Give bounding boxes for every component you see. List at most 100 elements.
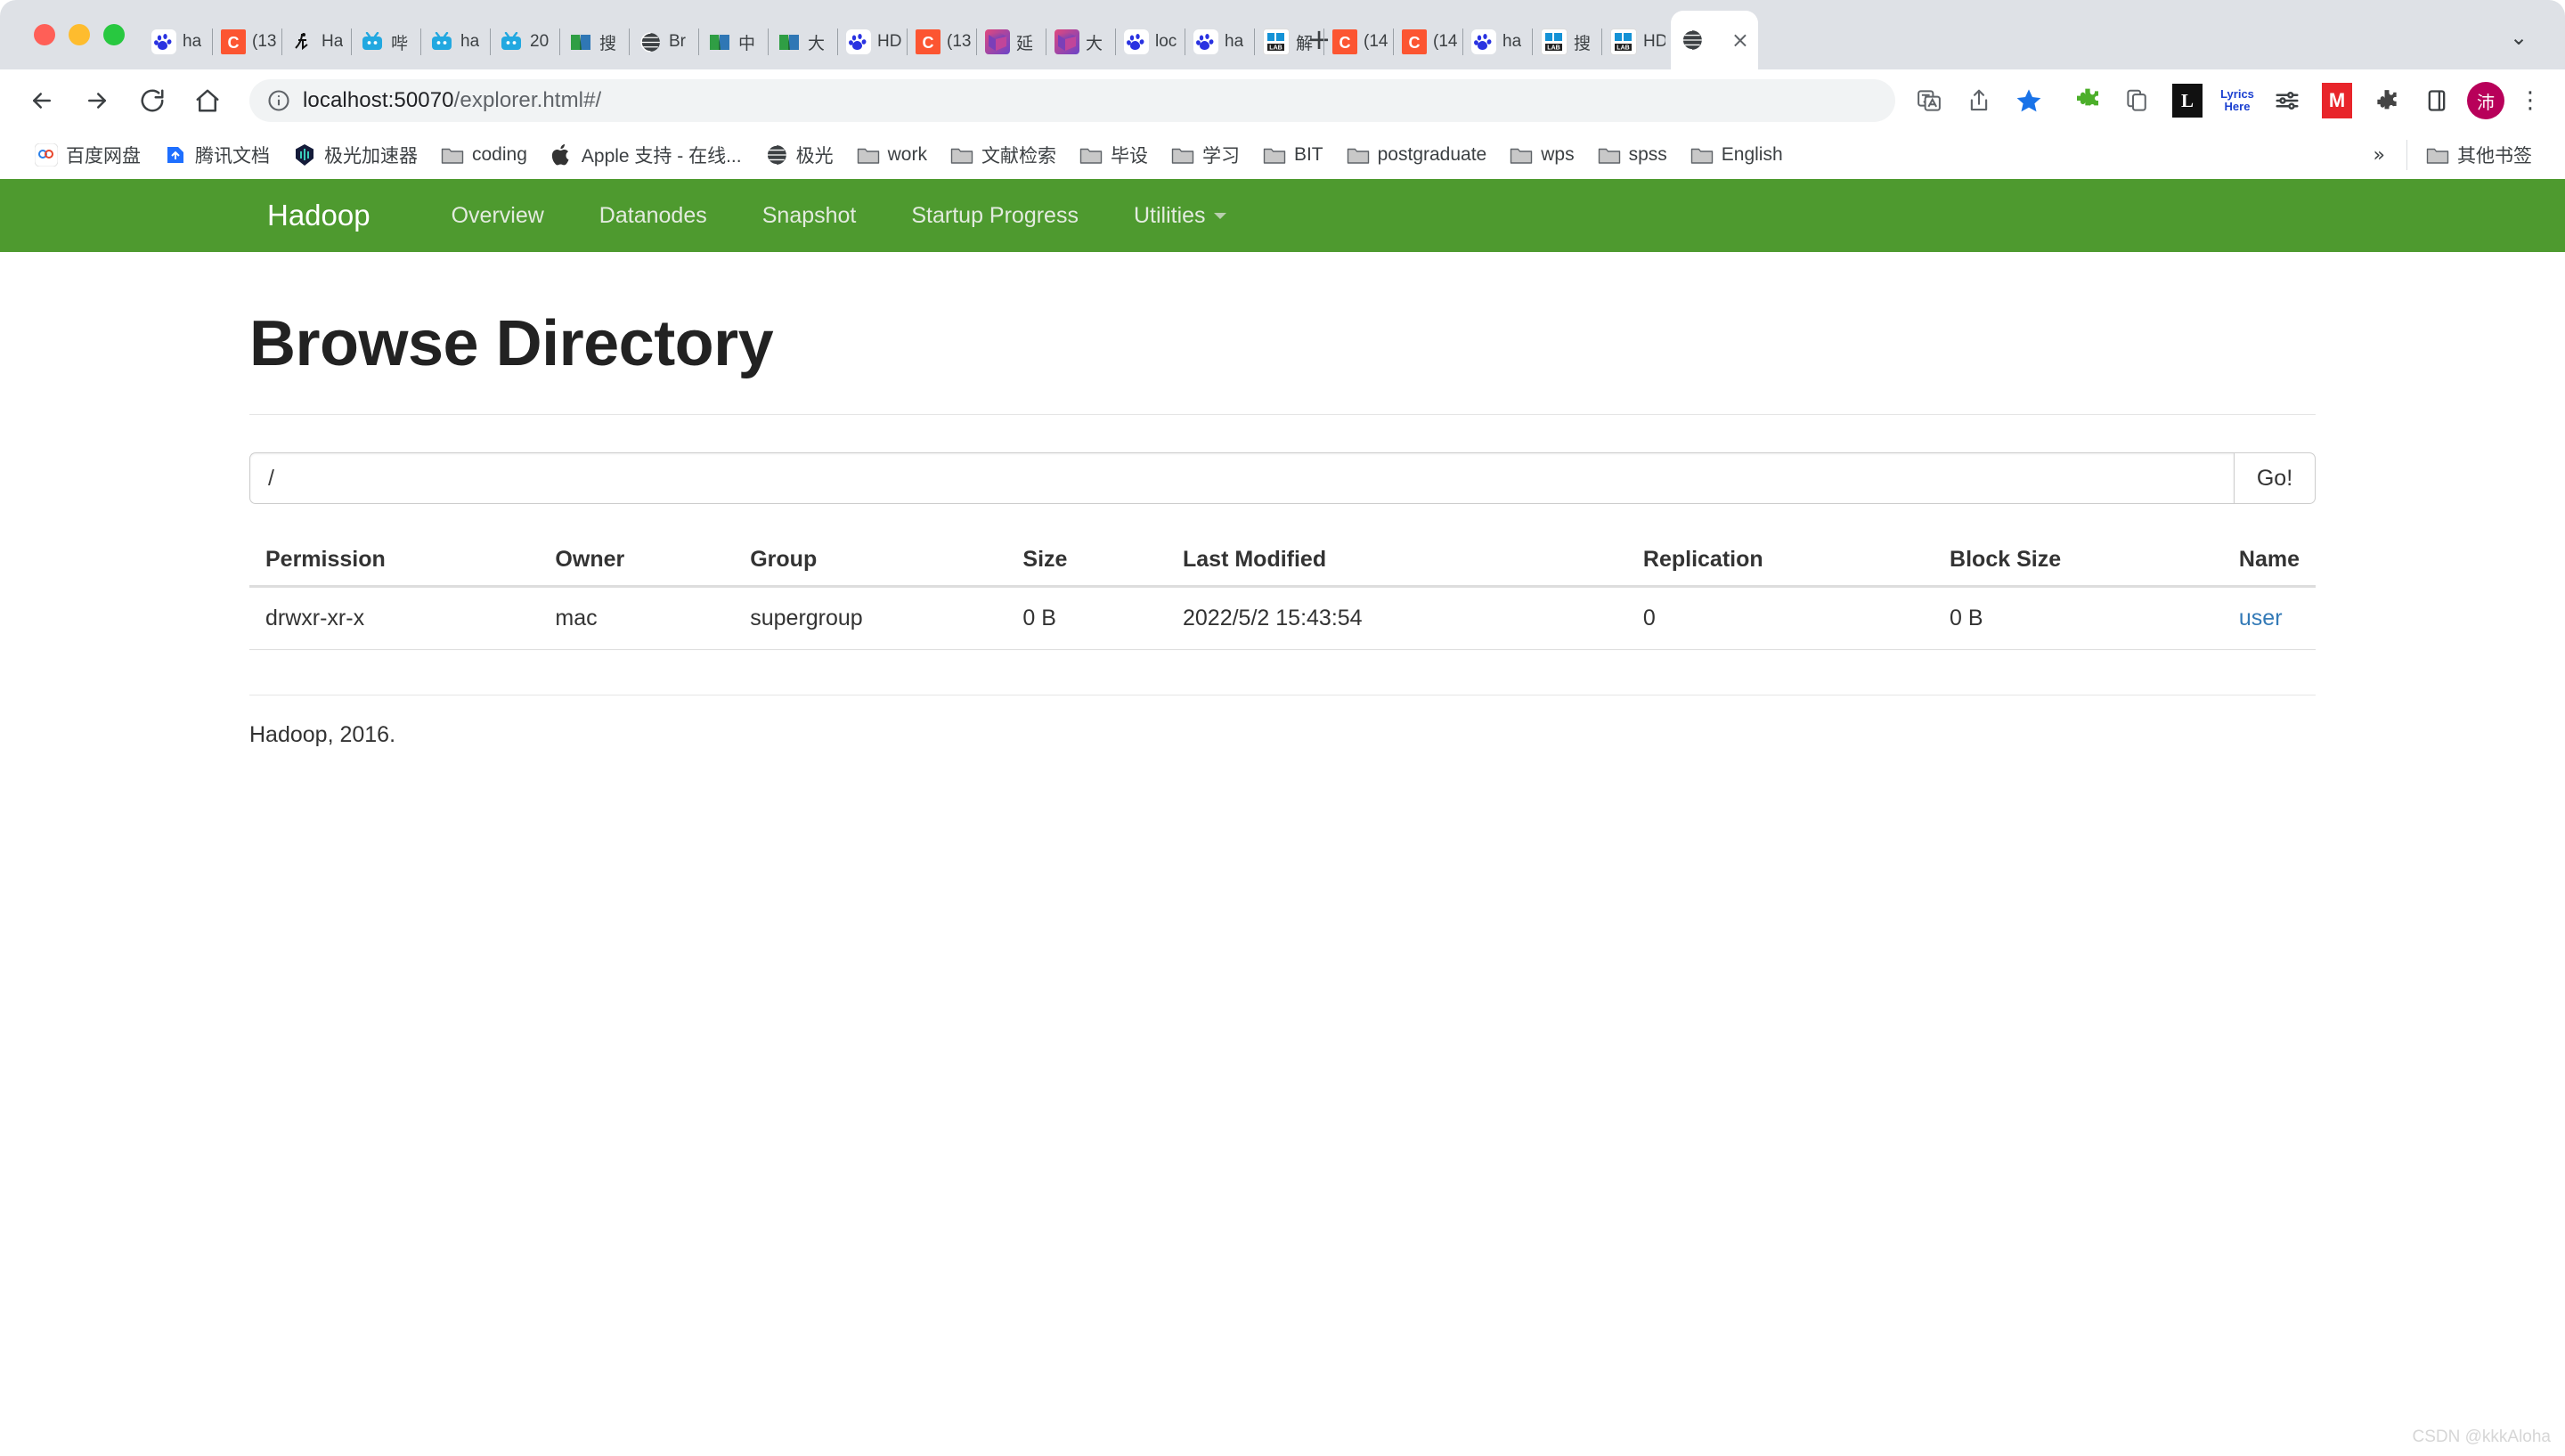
browser-tab[interactable]: C (14 [1393, 14, 1462, 69]
csdn-icon: C [221, 29, 246, 54]
browser-tab[interactable]: Br [629, 14, 698, 69]
copy-icon[interactable] [2113, 76, 2162, 126]
svg-text:C: C [923, 34, 934, 52]
bookmark-label: 腾讯文档 [195, 146, 270, 167]
tab-separator [212, 28, 213, 55]
tab-title: loc [1155, 32, 1177, 51]
home-icon[interactable] [180, 73, 235, 128]
page-content: Hadoop Overview Datanodes Snapshot Startup … [0, 179, 2565, 1456]
nav-link-overview[interactable]: Overview [424, 203, 572, 229]
browser-tab[interactable]: loc [1115, 14, 1185, 69]
bookmark-item[interactable]: English [1679, 143, 1795, 167]
nav-link-utilities[interactable]: Utilities [1106, 203, 1254, 229]
share-icon[interactable] [1954, 76, 2004, 126]
avatar[interactable]: 沛 [2467, 82, 2504, 119]
close-window-button[interactable] [34, 24, 55, 45]
forward-arrow-icon[interactable] [69, 73, 125, 128]
browser-tab[interactable]: HD [837, 14, 907, 69]
bookmark-item[interactable]: 毕设 [1068, 142, 1160, 168]
nav-link-snapshot[interactable]: Snapshot [735, 203, 884, 229]
tab-search-button[interactable]: ⌄ [2492, 12, 2545, 62]
lyrics-here-icon[interactable]: Lyrics Here [2212, 76, 2262, 126]
browser-tab[interactable]: 大 [1046, 14, 1115, 69]
puzzle-green-icon[interactable] [2063, 76, 2113, 126]
close-tab-button[interactable]: × [1731, 29, 1749, 51]
bookmark-item[interactable]: Apple 支持 - 在线... [539, 142, 753, 168]
reload-icon[interactable] [125, 73, 180, 128]
browser-tab[interactable]: C (13 [907, 14, 976, 69]
bookmark-item[interactable]: work [845, 143, 939, 167]
browser-tab[interactable]: 20 [490, 14, 559, 69]
browser-tab[interactable]: 哔 [351, 14, 420, 69]
browser-tab[interactable]: ha [420, 14, 490, 69]
minimize-window-button[interactable] [69, 24, 90, 45]
nav-link-startup-progress[interactable]: Startup Progress [884, 203, 1106, 229]
nav-link-datanodes[interactable]: Datanodes [572, 203, 735, 229]
tab-title: Ha [322, 32, 344, 51]
translate-icon[interactable] [1904, 76, 1954, 126]
directory-link-user[interactable]: user [2239, 606, 2283, 630]
sidepanel-icon[interactable] [2412, 76, 2462, 126]
maximize-window-button[interactable] [103, 24, 125, 45]
tab-title: (13 [947, 32, 971, 51]
bookmark-item[interactable]: postgraduate [1335, 143, 1499, 167]
other-bookmarks-label: 其他书签 [2457, 146, 2532, 167]
browser-tab[interactable]: ha [1185, 14, 1254, 69]
aurora-vpn-icon [293, 143, 316, 167]
grammarly-icon[interactable]: L [2162, 76, 2212, 126]
browser-tab[interactable]: Ha [281, 14, 351, 69]
path-input[interactable] [249, 452, 2234, 504]
browser-tab[interactable]: LAB 解 [1254, 14, 1323, 69]
bookmark-label: English [1721, 144, 1783, 165]
address-bar[interactable]: localhost:50070/explorer.html#/ [249, 79, 1895, 122]
go-button[interactable]: Go! [2234, 452, 2316, 504]
browser-tab[interactable]: 延 [976, 14, 1046, 69]
sliders-icon[interactable] [2262, 76, 2312, 126]
browser-tab[interactable]: C (14 [1323, 14, 1393, 69]
folder-icon [1690, 143, 1714, 167]
bookmarks-bar: 百度网盘 腾讯文档 极光加速器 coding Apple 支持 - 在线... 极光 wor… [0, 132, 2565, 179]
browser-tab[interactable]: 中 [698, 14, 768, 69]
tab-title: (13 [252, 32, 276, 51]
bookmark-item[interactable]: BIT [1251, 143, 1335, 167]
bookmarks-overflow-button[interactable]: » [2359, 144, 2399, 167]
dblab-icon: LAB [1541, 28, 1568, 55]
baidu-icon [1471, 29, 1496, 54]
bookmark-item[interactable]: wps [1498, 143, 1585, 167]
bookmark-item[interactable]: 极光加速器 [281, 142, 429, 168]
active-tab[interactable]: × [1671, 11, 1758, 69]
bookmark-item[interactable]: 腾讯文档 [152, 142, 281, 168]
extensions-puzzle-icon[interactable] [2362, 76, 2412, 126]
bookmark-star-icon[interactable] [2004, 76, 2054, 126]
tab-list: ha C (13 Ha 哔 ha 20 搜 Br 中大 HD C (13 延大 loc ha LAB 解 C (14 C… [142, 0, 1758, 69]
browser-tab[interactable]: 搜 [559, 14, 629, 69]
browser-tab[interactable]: LAB 搜 [1532, 14, 1601, 69]
browser-tab[interactable]: ha [1462, 14, 1532, 69]
info-circle-icon[interactable] [265, 87, 292, 114]
bookmark-item[interactable]: 极光 [753, 142, 845, 168]
browser-tab[interactable]: ha [142, 14, 212, 69]
tab-separator [1601, 28, 1602, 55]
mendeley-icon[interactable]: M [2312, 76, 2362, 126]
back-arrow-icon[interactable] [14, 73, 69, 128]
hadoop-brand[interactable]: Hadoop [267, 199, 370, 232]
browser-tab[interactable]: C (13 [212, 14, 281, 69]
other-bookmarks-item[interactable]: 其他书签 [2414, 142, 2544, 168]
tab-separator [907, 28, 908, 55]
globe-icon [638, 29, 663, 54]
bookmark-item[interactable]: coding [429, 143, 539, 167]
svg-text:C: C [1409, 34, 1421, 52]
bookmark-item[interactable]: 文献检索 [939, 142, 1068, 168]
browser-menu-button[interactable]: ⋮ [2510, 76, 2551, 126]
bookmark-item[interactable]: 学习 [1160, 142, 1251, 168]
chevron-down-icon [1213, 213, 1226, 220]
directory-table: Permission Owner Group Size Last Modifie… [249, 534, 2316, 650]
book-icon [568, 29, 593, 54]
nav-link-label: Snapshot [761, 202, 857, 228]
bookmark-item[interactable]: spss [1586, 143, 1679, 167]
browser-tab[interactable]: LAB HD [1601, 14, 1671, 69]
bookmark-item[interactable]: 百度网盘 [23, 142, 152, 168]
browser-tab[interactable]: 大 [768, 14, 837, 69]
tab-title: ha [1225, 32, 1244, 51]
folder-icon [1171, 143, 1194, 167]
